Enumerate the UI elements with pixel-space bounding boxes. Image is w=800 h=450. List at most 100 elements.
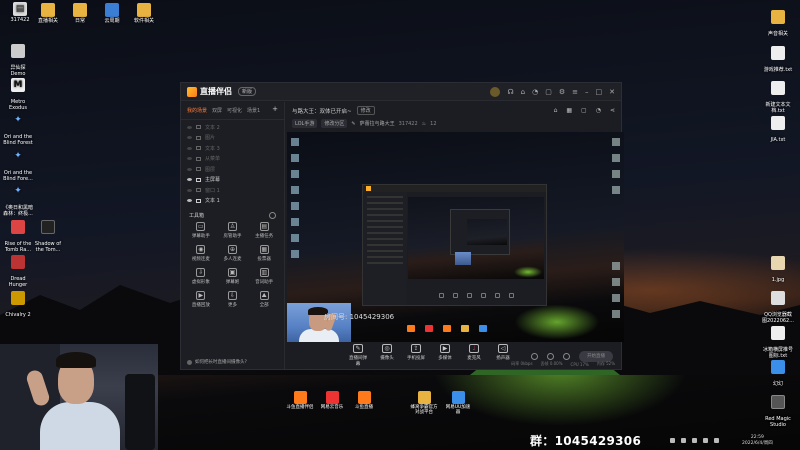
scene-item[interactable]: 文本 1 (181, 196, 284, 207)
eye-icon[interactable] (187, 188, 192, 192)
lock-icon[interactable]: ▢ (581, 107, 587, 114)
toolbox-settings-icon[interactable] (269, 212, 276, 219)
desktop-icon[interactable]: 声音相关 (760, 4, 796, 37)
camera-source[interactable] (287, 303, 351, 342)
headset-icon[interactable]: ☊ (507, 88, 513, 96)
scene-item[interactable]: 图层 (181, 164, 284, 175)
tab-scene-1[interactable]: 场景1 (247, 107, 260, 114)
eye-icon[interactable] (187, 199, 192, 203)
desktop-icon[interactable]: 网易云音乐 (316, 391, 348, 411)
desktop-icon[interactable]: 日常 (62, 3, 98, 24)
scene-item[interactable]: 从菜单 (181, 154, 284, 165)
scene-item[interactable]: 图片 (181, 133, 284, 144)
scene-item[interactable]: 文本 2 (181, 122, 284, 133)
desktop-icon[interactable]: Shadow of the Tom... (30, 214, 66, 253)
menu-icon[interactable]: ≡ (572, 88, 578, 96)
shop-icon[interactable]: ⌂ (554, 107, 558, 114)
desktop-icon[interactable]: 云周期 (94, 3, 130, 24)
desktop-icon[interactable]: 软件相关 (126, 3, 162, 24)
scene-item[interactable]: 窗口 1 (181, 185, 284, 196)
help-notice[interactable]: 如何把长时直播间摄像头? (187, 359, 247, 365)
eye-icon[interactable] (187, 157, 192, 161)
desktop-icon[interactable]: 斗鱼直播 (348, 391, 380, 411)
eye-icon[interactable] (187, 146, 192, 150)
desktop-icon-label: 斗鱼直播伴侣 (286, 405, 314, 410)
danmaku-icon: ✎ (353, 344, 363, 353)
tool-item[interactable]: ♙ 房管助手 (217, 222, 249, 239)
desktop-icon[interactable]: 斗鱼直播伴侣 (284, 391, 316, 411)
category-tag[interactable]: LOL手游 (292, 119, 318, 128)
add-scene-icon[interactable]: + (272, 106, 278, 114)
eye-icon[interactable] (187, 136, 192, 140)
desktop-icon[interactable]: QQ浏览器截 图2022062... (760, 285, 796, 324)
desktop-icon[interactable]: 蜂窝争霸官方 对战平台 (408, 391, 440, 416)
eye-icon[interactable] (187, 178, 192, 182)
desktop-icon[interactable]: Chivalry 2 (0, 285, 36, 318)
desktop-icon[interactable]: 直播相关 (30, 3, 66, 24)
desktop-icon[interactable]: 网易UU加速 器 (442, 391, 474, 416)
taskbar-clock[interactable]: 22:59 2022/6/4/周四 (742, 435, 773, 446)
desktop-icon[interactable]: 1.jpg (760, 250, 796, 283)
network-icon[interactable] (692, 438, 697, 443)
tool-label: 全部 (259, 303, 269, 308)
version-badge[interactable]: 新版 (238, 87, 257, 96)
maximize-icon[interactable]: □ (596, 88, 603, 96)
chat-icon[interactable]: ▢ (545, 88, 552, 96)
minimize-icon[interactable]: – (585, 88, 589, 96)
desktop-icon[interactable]: 新建文本文 档.txt (760, 75, 796, 114)
nested-app-window (362, 184, 547, 306)
tool-item[interactable]: ▭ 弹幕助手 (185, 222, 217, 239)
eye-icon[interactable] (187, 167, 192, 171)
eye-icon[interactable] (187, 125, 192, 129)
desktop-icon[interactable]: ✦ Ori and the Blind Forest (0, 107, 36, 146)
tool-item[interactable]: ◉ 视频连麦 (185, 245, 217, 262)
tool-item[interactable]: ▤ 主播任务 (248, 222, 280, 239)
tray-icon[interactable] (681, 438, 686, 443)
desktop-icon[interactable]: ✦ 《奥日和黑暗 森林：终极... (0, 178, 36, 217)
tool-item[interactable]: ⇩ 虚拟形象 (185, 268, 217, 285)
text-file-icon (771, 116, 785, 130)
desktop-icon[interactable]: JIA.txt (760, 110, 796, 143)
preview-desktop-icon (612, 262, 620, 270)
tool-item[interactable]: ▶ 直播回放 (185, 291, 217, 308)
bell-icon[interactable]: ◔ (596, 107, 601, 114)
scene-item[interactable]: 文本 3 (181, 143, 284, 154)
grid-icon[interactable]: ▦ (566, 107, 572, 114)
desktop-icon[interactable]: 游戏推荐.txt (760, 40, 796, 73)
change-category-button[interactable]: 修改分区 (321, 119, 348, 128)
desktop-icon[interactable]: ✦ Ori and the Blind Fore... (0, 143, 36, 182)
tool-item[interactable]: ▥ 音词助手 (248, 268, 280, 285)
desktop-icon[interactable]: 幻幻 (760, 354, 796, 387)
stream-preview[interactable] (287, 132, 624, 342)
tool-item[interactable]: ⛰ 全部 (248, 291, 280, 308)
tool-item[interactable]: ▣ 弹幕姬 (217, 268, 249, 285)
speaker-icon: ◁ (498, 344, 508, 353)
edit-title-button[interactable]: 修改 (356, 106, 375, 115)
user-avatar[interactable] (490, 86, 501, 97)
volume-icon[interactable] (703, 438, 708, 443)
scene-list: 文本 2 图片 文本 3 从菜单 图层 主屏幕 窗口 1 文本 1 (181, 120, 284, 206)
desktop-icon[interactable]: Red Magic Studio (760, 389, 796, 428)
brand-logo-icon (187, 86, 197, 97)
room-actions: ⌂ ▦ ▢ ◔ ⋖ (554, 107, 615, 114)
share-icon[interactable]: ⋖ (610, 107, 615, 114)
desktop-icon[interactable]: M Metro Exodus (0, 72, 36, 111)
gift-icon[interactable]: ⌂ (521, 88, 525, 96)
ime-icon[interactable] (714, 438, 719, 443)
settings-icon[interactable]: ⚙ (559, 88, 565, 96)
tab-dual-screen[interactable]: 双屏 (212, 107, 222, 114)
room-number: 317422 (398, 120, 418, 127)
close-icon[interactable]: ✕ (609, 88, 615, 96)
source-icon (196, 198, 201, 203)
tool-item[interactable]: ▦ 投票器 (248, 245, 280, 262)
tab-my-scenes[interactable]: 我的场景 (187, 107, 207, 114)
tool-item[interactable]: ⇩ 更多 (217, 291, 249, 308)
edit-icon[interactable]: ✎ (351, 121, 355, 127)
scene-item[interactable]: 主屏幕 (181, 175, 284, 186)
bell-icon[interactable]: ◔ (532, 88, 538, 96)
tool-item[interactable]: ⊕ 多人连麦 (217, 245, 249, 262)
desktop-icon[interactable]: Dread Hunger (0, 249, 36, 288)
tab-visual[interactable]: 可视化 (227, 107, 242, 114)
tray-icon[interactable] (670, 438, 675, 443)
system-tray (670, 438, 719, 443)
